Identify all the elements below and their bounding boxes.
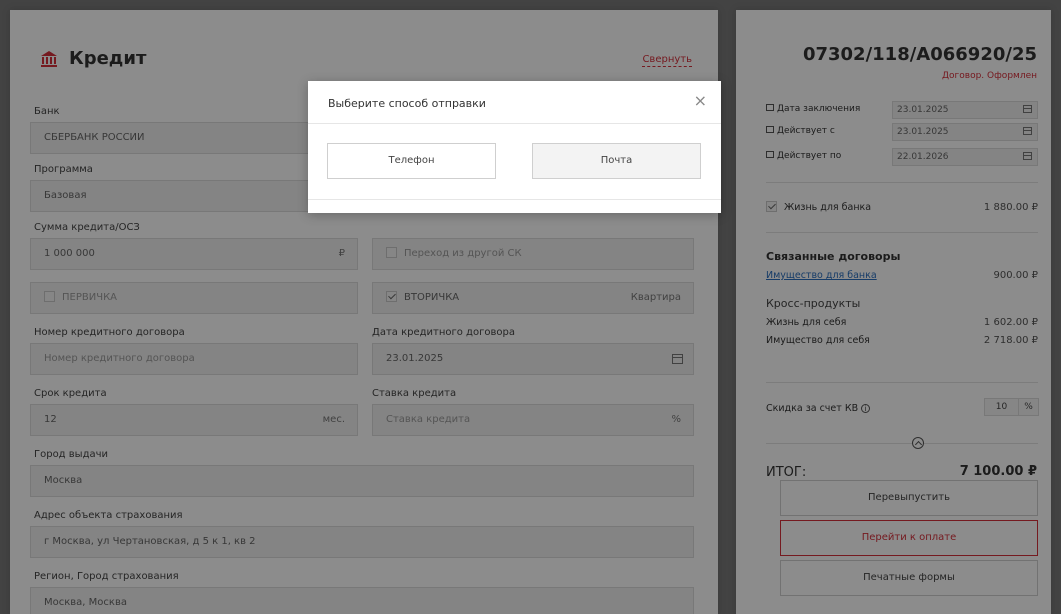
phone-button[interactable]: Телефон (327, 143, 496, 179)
divider (308, 123, 721, 124)
dialog-title: Выберите способ отправки (328, 97, 486, 110)
send-method-dialog: Выберите способ отправки × Телефон Почта (308, 81, 721, 213)
mail-button[interactable]: Почта (532, 143, 701, 179)
divider (308, 199, 721, 200)
close-icon[interactable]: × (694, 93, 707, 109)
